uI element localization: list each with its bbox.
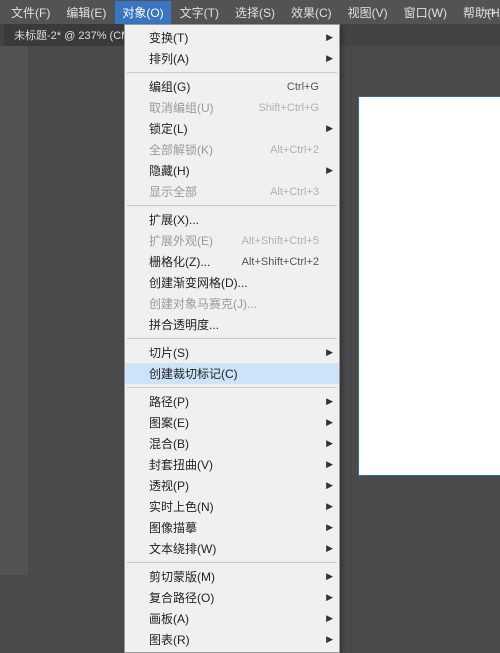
menu-item-label: 文本绕排(W): [149, 540, 216, 557]
menu-item[interactable]: 图表(R) ▶: [125, 629, 339, 650]
chevron-right-icon: ▶: [326, 417, 333, 428]
chevron-right-icon: ▶: [326, 396, 333, 407]
menu-item[interactable]: 拼合透明度...: [125, 314, 339, 335]
menu-item[interactable]: 路径(P) ▶: [125, 391, 339, 412]
object-menu-dropdown: 变换(T) ▶ 排列(A) ▶ 编组(G) Ctrl+G 取消编组(U) Shift+Ctrl…: [124, 24, 340, 653]
menu-item: 扩展外观(E) Alt+Shift+Ctrl+5: [125, 230, 339, 251]
menu-item[interactable]: 变换(T) ▶: [125, 27, 339, 48]
menu-effect[interactable]: 效果(C): [284, 1, 339, 24]
chevron-right-icon: ▶: [326, 522, 333, 533]
menu-view[interactable]: 视图(V): [341, 1, 395, 24]
menu-item-label: 混合(B): [149, 435, 189, 452]
menu-item-label: 创建对象马赛克(J)...: [149, 295, 257, 312]
chevron-right-icon: ▶: [326, 571, 333, 582]
menu-item: 创建对象马赛克(J)...: [125, 293, 339, 314]
menu-item[interactable]: 图像描摹 ▶: [125, 517, 339, 538]
tool-panel[interactable]: [0, 46, 28, 575]
chevron-right-icon: ▶: [326, 634, 333, 645]
menu-item: 显示全部 Alt+Ctrl+3: [125, 181, 339, 202]
menu-item-label: 实时上色(N): [149, 498, 214, 515]
menu-shortcut: Alt+Shift+Ctrl+2: [242, 256, 319, 268]
menu-item[interactable]: 封套扭曲(V) ▶: [125, 454, 339, 475]
menu-separator: [127, 562, 337, 563]
menu-item-label: 编组(G): [149, 78, 190, 95]
chevron-right-icon: ▶: [326, 480, 333, 491]
menu-edit[interactable]: 编辑(E): [59, 1, 113, 24]
menu-item[interactable]: 切片(S) ▶: [125, 342, 339, 363]
menu-item[interactable]: 文本绕排(W) ▶: [125, 538, 339, 559]
menu-type[interactable]: 文字(T): [173, 1, 226, 24]
menu-item-label: 封套扭曲(V): [149, 456, 213, 473]
menu-item-label: 显示全部: [149, 183, 197, 200]
chevron-right-icon: ▶: [326, 613, 333, 624]
menu-file[interactable]: 文件(F): [4, 1, 57, 24]
menu-item: 取消编组(U) Shift+Ctrl+G: [125, 97, 339, 118]
menu-item-label: 切片(S): [149, 344, 189, 361]
chevron-right-icon: ▶: [326, 438, 333, 449]
menu-item-label: 画板(A): [149, 610, 189, 627]
menu-shortcut: Alt+Shift+Ctrl+5: [242, 235, 319, 247]
menu-item-label: 剪切蒙版(M): [149, 568, 215, 585]
menu-item[interactable]: 排列(A) ▶: [125, 48, 339, 69]
menu-object[interactable]: 对象(O): [115, 1, 170, 24]
menu-item[interactable]: 复合路径(O) ▶: [125, 587, 339, 608]
menu-shortcut: Shift+Ctrl+G: [258, 102, 319, 114]
menu-separator: [127, 338, 337, 339]
menu-item-label: 图像描摹: [149, 519, 197, 536]
menu-shortcut: Alt+Ctrl+3: [270, 186, 319, 198]
menu-separator: [127, 205, 337, 206]
menu-shortcut: Ctrl+G: [287, 81, 319, 93]
menu-item[interactable]: 创建裁切标记(C): [125, 363, 339, 384]
menu-item-label: 锁定(L): [149, 120, 188, 137]
menu-item[interactable]: 隐藏(H) ▶: [125, 160, 339, 181]
menu-item[interactable]: 实时上色(N) ▶: [125, 496, 339, 517]
menu-item-label: 路径(P): [149, 393, 189, 410]
menu-item-label: 复合路径(O): [149, 589, 214, 606]
menu-item: 全部解锁(K) Alt+Ctrl+2: [125, 139, 339, 160]
menu-item-label: 图案(E): [149, 414, 189, 431]
menu-item-label: 排列(A): [149, 50, 189, 67]
menu-separator: [127, 387, 337, 388]
menu-item-label: 栅格化(Z)...: [149, 253, 210, 270]
chevron-right-icon: ▶: [326, 32, 333, 43]
document-tab[interactable]: 未标题-2* @ 237% (CM: [4, 24, 140, 46]
menu-item-label: 取消编组(U): [149, 99, 214, 116]
menu-item-label: 创建渐变网格(D)...: [149, 274, 248, 291]
menu-item-label: 扩展(X)...: [149, 211, 199, 228]
menu-item-label: 隐藏(H): [149, 162, 190, 179]
menu-separator: [127, 72, 337, 73]
menu-item[interactable]: 剪切蒙版(M) ▶: [125, 566, 339, 587]
chevron-right-icon: ▶: [326, 501, 333, 512]
chevron-right-icon: ▶: [326, 53, 333, 64]
menu-item[interactable]: 编组(G) Ctrl+G: [125, 76, 339, 97]
menu-shortcut: Alt+Ctrl+2: [270, 144, 319, 156]
menu-item-label: 变换(T): [149, 29, 188, 46]
menu-item[interactable]: 扩展(X)...: [125, 209, 339, 230]
menu-item-label: 全部解锁(K): [149, 141, 213, 158]
menu-select[interactable]: 选择(S): [228, 1, 282, 24]
menubar: 文件(F) 编辑(E) 对象(O) 文字(T) 选择(S) 效果(C) 视图(V…: [0, 0, 500, 24]
chevron-right-icon: ▶: [326, 123, 333, 134]
menu-item-label: 创建裁切标记(C): [149, 365, 238, 382]
chevron-right-icon: ▶: [326, 347, 333, 358]
chevron-right-icon: ▶: [326, 592, 333, 603]
menu-item[interactable]: 透视(P) ▶: [125, 475, 339, 496]
menu-item[interactable]: 图案(E) ▶: [125, 412, 339, 433]
menu-item[interactable]: 锁定(L) ▶: [125, 118, 339, 139]
menu-item[interactable]: 混合(B) ▶: [125, 433, 339, 454]
menu-item-label: 透视(P): [149, 477, 189, 494]
chevron-right-icon: ▶: [326, 459, 333, 470]
chevron-right-icon: ▶: [326, 543, 333, 554]
menu-item[interactable]: 画板(A) ▶: [125, 608, 339, 629]
artboard[interactable]: [358, 96, 500, 476]
menu-item-label: 扩展外观(E): [149, 232, 213, 249]
menu-item-label: 拼合透明度...: [149, 316, 219, 333]
chevron-right-icon: ▶: [326, 165, 333, 176]
menu-item[interactable]: 创建渐变网格(D)...: [125, 272, 339, 293]
menu-item-label: 图表(R): [149, 631, 190, 648]
layout-icon[interactable]: ▭: [485, 4, 496, 18]
menu-item[interactable]: 栅格化(Z)... Alt+Shift+Ctrl+2: [125, 251, 339, 272]
menu-window[interactable]: 窗口(W): [397, 1, 454, 24]
